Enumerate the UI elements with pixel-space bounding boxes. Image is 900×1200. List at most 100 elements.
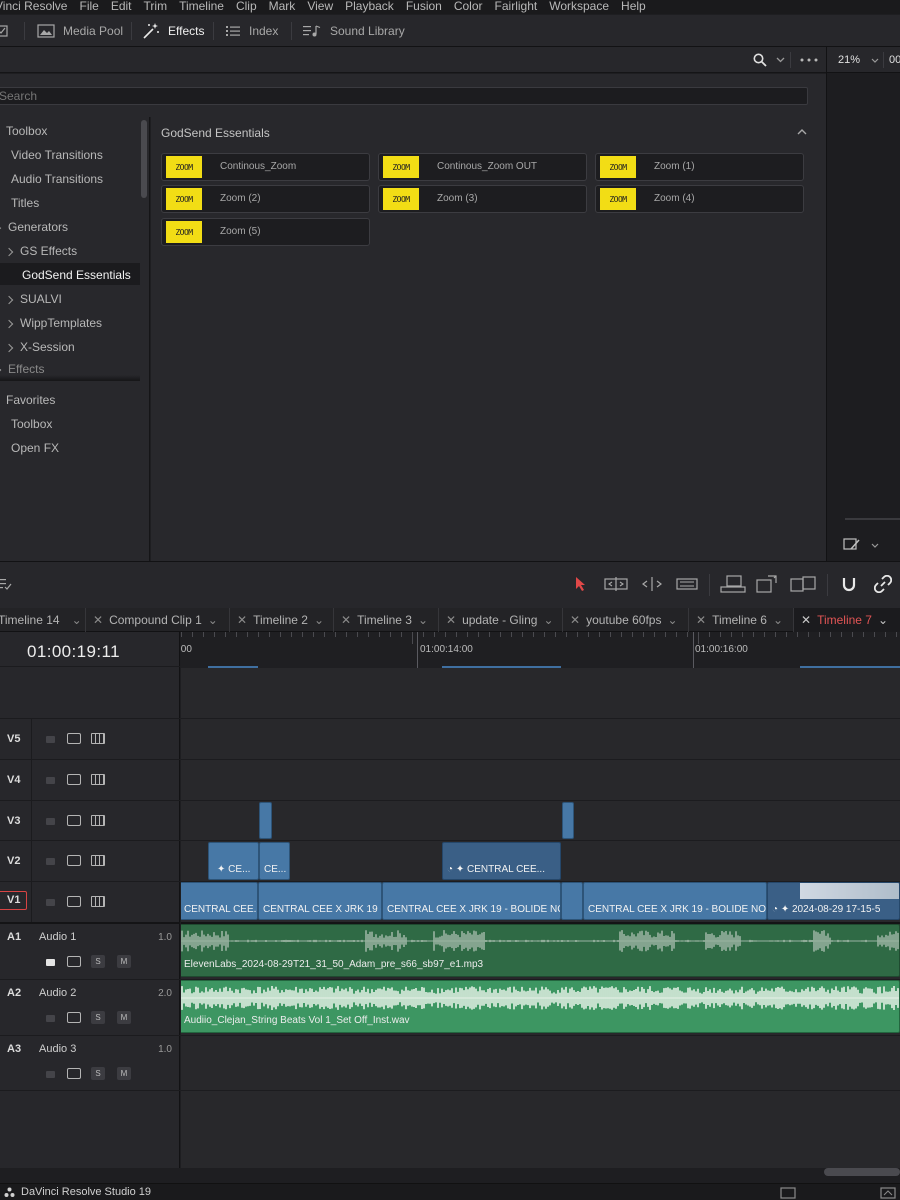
auto-select-icon[interactable] <box>67 815 81 826</box>
mute-button[interactable]: M <box>117 1011 131 1024</box>
trim-tool-icon[interactable] <box>604 576 628 592</box>
index-button[interactable]: Index <box>225 15 278 47</box>
auto-select-icon[interactable] <box>67 733 81 744</box>
chevron-down-icon[interactable] <box>776 57 785 63</box>
effect-tile[interactable]: ZOOM Zoom (5) <box>161 218 370 246</box>
blade-tool-icon[interactable] <box>676 577 698 591</box>
menu-file[interactable]: File <box>79 0 98 14</box>
tree-item-effects[interactable]: Effects <box>0 362 44 376</box>
close-icon[interactable]: ✕ <box>93 613 103 627</box>
auto-select-icon[interactable] <box>67 896 81 907</box>
timeline-options-icon[interactable] <box>0 576 12 592</box>
solo-button[interactable]: S <box>91 955 105 968</box>
tree-item-favorites[interactable]: Favorites <box>0 393 55 407</box>
tree-item-favorites-toolbox[interactable]: Toolbox <box>11 417 52 431</box>
track-enable-icon[interactable] <box>91 733 105 744</box>
menu-playback[interactable]: Playback <box>345 0 394 14</box>
tree-item-sualvi[interactable]: SUALVI <box>4 292 62 306</box>
menu-edit[interactable]: Edit <box>111 0 132 14</box>
selection-tool-icon[interactable] <box>575 576 587 592</box>
insert-clip-icon[interactable] <box>720 575 746 593</box>
menu-fusion[interactable]: Fusion <box>406 0 442 14</box>
tab-compound-clip-1[interactable]: ✕ Compound Clip 1 ⌄ <box>86 608 230 632</box>
search-input[interactable] <box>0 87 808 105</box>
tree-item-gs-effects[interactable]: GS Effects <box>4 244 77 258</box>
lock-icon[interactable] <box>46 736 55 743</box>
video-clip[interactable]: ✦ CE... <box>208 842 259 880</box>
menu-timeline[interactable]: Timeline <box>179 0 224 14</box>
video-clip[interactable]: ◔ ✦ 2024-08-29 17-15-5 <box>767 882 900 920</box>
track-header-v1[interactable]: V1 <box>0 881 180 923</box>
chevron-down-icon[interactable] <box>871 543 879 548</box>
tab-timeline-6[interactable]: ✕ Timeline 6 ⌄ <box>689 608 794 632</box>
effect-tile[interactable]: ZOOM Continous_Zoom <box>161 153 370 181</box>
menu-workspace[interactable]: Workspace <box>549 0 609 14</box>
linked-selection-icon[interactable] <box>874 575 892 593</box>
close-icon[interactable]: ✕ <box>237 613 247 627</box>
video-clip[interactable]: ◔ ✦ CENTRAL CEE... <box>442 842 561 880</box>
video-clip[interactable]: CE... <box>259 842 290 880</box>
tab-timeline-7[interactable]: ✕ Timeline 7 ⌄ <box>794 608 900 632</box>
viewer-zoom[interactable]: 21% <box>838 54 860 66</box>
lock-icon[interactable] <box>46 899 55 906</box>
tool-options-icon[interactable] <box>843 537 863 553</box>
video-clip[interactable] <box>561 882 583 920</box>
solo-button[interactable]: S <box>91 1011 105 1024</box>
auto-select-icon[interactable] <box>67 774 81 785</box>
chevron-down-icon[interactable] <box>871 58 879 63</box>
auto-select-icon[interactable] <box>67 1012 81 1023</box>
tree-item-godsend-essentials[interactable]: GodSend Essentials <box>0 263 140 285</box>
auto-select-icon[interactable] <box>67 956 81 967</box>
close-icon[interactable]: ✕ <box>341 613 351 627</box>
effects-button[interactable]: Effects <box>142 15 204 47</box>
tab-timeline-3[interactable]: ✕ Timeline 3 ⌄ <box>334 608 439 632</box>
audio-clip[interactable]: ElevenLabs_2024-08-29T21_31_50_Adam_pre_… <box>181 924 900 977</box>
lock-icon[interactable] <box>46 777 55 784</box>
track-header-v2[interactable]: V2 <box>0 840 180 882</box>
lock-icon[interactable] <box>46 1015 55 1022</box>
tree-item-generators[interactable]: Generators <box>0 220 68 234</box>
tree-item-video-transitions[interactable]: Video Transitions <box>11 148 103 162</box>
menu-fairlight[interactable]: Fairlight <box>495 0 538 14</box>
track-header-v3[interactable]: V3 <box>0 800 180 841</box>
menu-color[interactable]: Color <box>454 0 483 14</box>
audio-clip[interactable]: Audiio_Clejan_String Beats Vol 1_Set Off… <box>181 980 900 1033</box>
viewer-scrubber[interactable] <box>845 518 900 520</box>
timeline-area[interactable]: :00 01:00:14:00 01:00:16:00 ✦ CE... CE..… <box>181 632 900 1168</box>
menu-help[interactable]: Help <box>621 0 646 14</box>
panel-toggle-icon[interactable] <box>0 15 8 47</box>
video-clip[interactable] <box>562 802 574 839</box>
snapping-icon[interactable] <box>840 575 858 593</box>
track-header-a1[interactable]: A1 Audio 1 1.0 S M <box>0 922 180 979</box>
lock-icon[interactable] <box>46 858 55 865</box>
effect-tile[interactable]: ZOOM Continous_Zoom OUT <box>378 153 587 181</box>
close-icon[interactable]: ✕ <box>446 613 456 627</box>
track-enable-icon[interactable] <box>91 815 105 826</box>
video-clip[interactable]: CENTRAL CEE X JRK 19 - ... <box>258 882 382 920</box>
video-clip[interactable] <box>259 802 272 839</box>
menu-view[interactable]: View <box>307 0 333 14</box>
track-header-a2[interactable]: A2 Audio 2 2.0 S M <box>0 979 180 1035</box>
tree-item-wipptemplates[interactable]: WippTemplates <box>4 316 102 330</box>
search-icon[interactable] <box>753 53 767 67</box>
menu-mark[interactable]: Mark <box>269 0 296 14</box>
video-clip[interactable]: CENTRAL CEE X JRK 19 - BOLIDE NOI... <box>382 882 561 920</box>
mute-button[interactable]: M <box>117 955 131 968</box>
lock-icon[interactable] <box>46 818 55 825</box>
media-page-icon[interactable] <box>780 1187 796 1199</box>
tab-timeline-14[interactable]: Timeline 14 ⌄ <box>0 608 86 632</box>
tab-timeline-2[interactable]: ✕ Timeline 2 ⌄ <box>230 608 334 632</box>
settings-icon[interactable] <box>880 1187 896 1199</box>
close-icon[interactable]: ✕ <box>696 613 706 627</box>
media-pool-button[interactable]: Media Pool <box>37 15 123 47</box>
close-icon[interactable]: ✕ <box>570 613 580 627</box>
tree-item-x-session[interactable]: X-Session <box>4 340 75 354</box>
track-enable-icon[interactable] <box>91 774 105 785</box>
video-clip[interactable]: CENTRAL CEE X JRK 19 - BOLIDE NOIR... <box>583 882 767 920</box>
tree-item-titles[interactable]: Titles <box>11 196 39 210</box>
tree-item-toolbox[interactable]: Toolbox <box>0 124 47 138</box>
close-icon[interactable]: ✕ <box>801 613 811 627</box>
track-header-v4[interactable]: V4 <box>0 759 180 801</box>
menu-clip[interactable]: Clip <box>236 0 257 14</box>
tree-scrollbar[interactable] <box>141 120 147 198</box>
